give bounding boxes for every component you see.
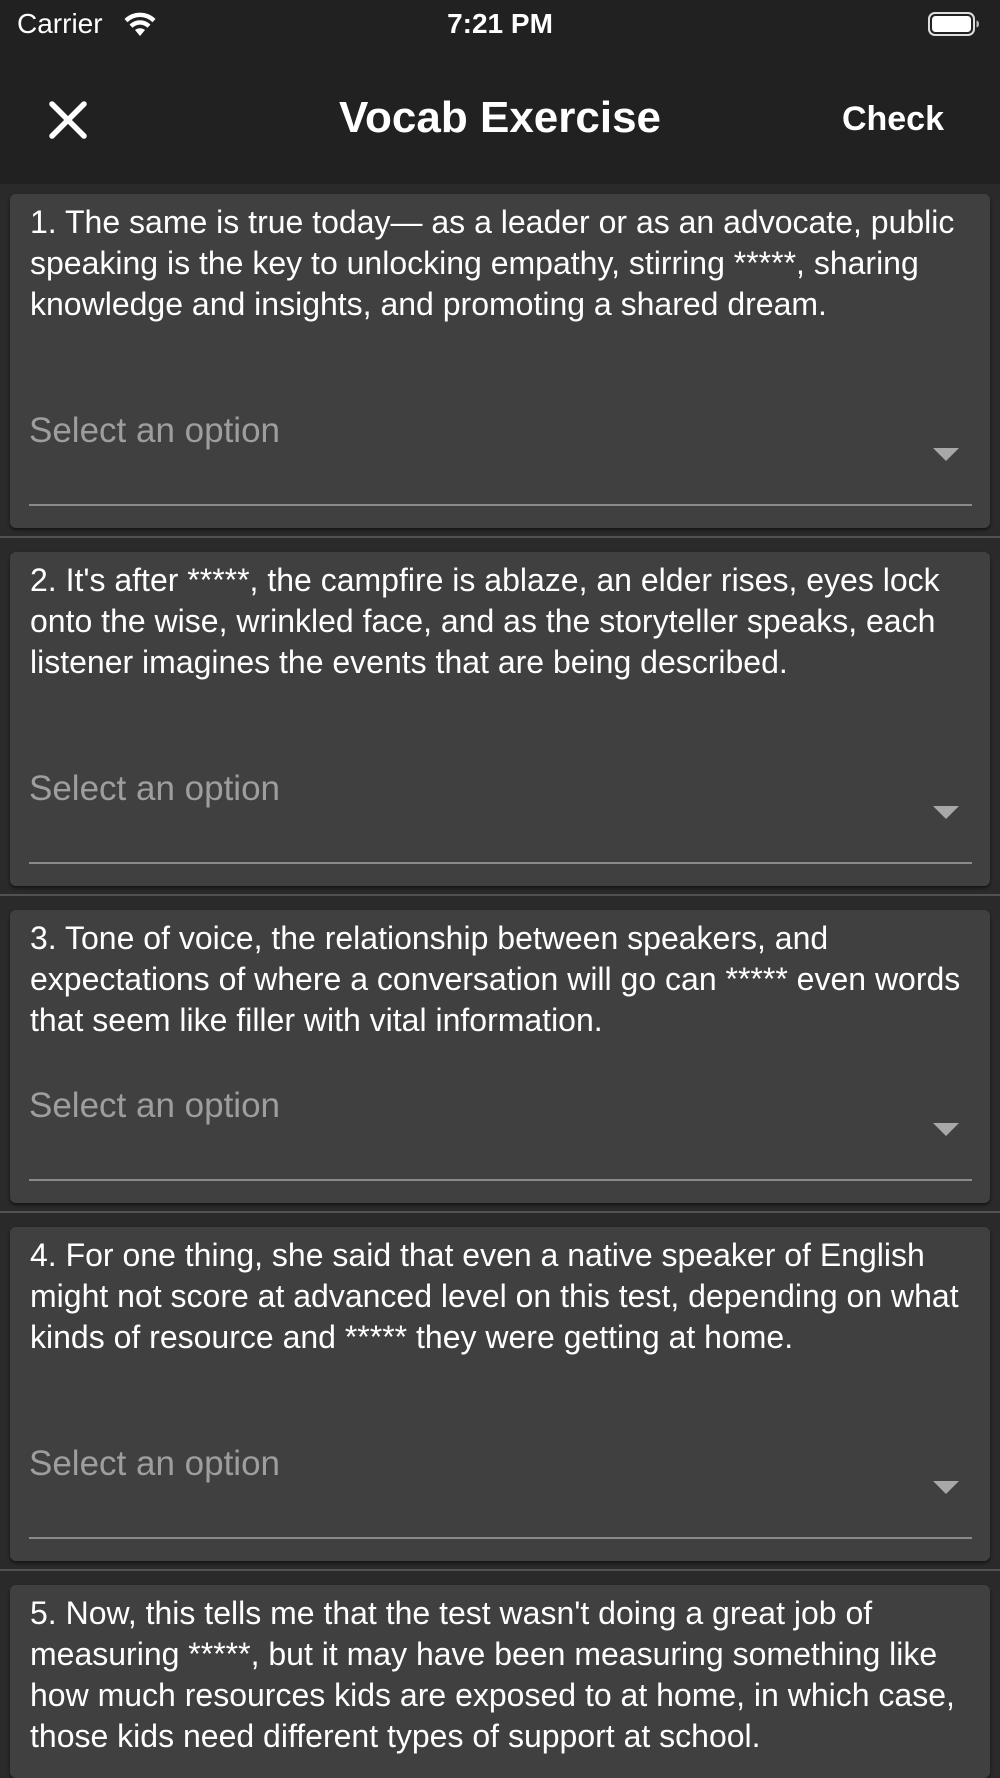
answer-select[interactable]: Select an option <box>29 754 972 864</box>
question-text: 3. Tone of voice, the relationship betwe… <box>30 920 961 1038</box>
select-placeholder: Select an option <box>29 411 281 450</box>
question-text: 1. The same is true today— as a leader o… <box>30 204 955 322</box>
divider <box>0 1569 1000 1571</box>
question-card: 3. Tone of voice, the relationship betwe… <box>10 910 990 1203</box>
status-bar: Carrier 7:21 PM <box>0 0 1000 52</box>
answer-select[interactable]: Select an option <box>29 1429 972 1539</box>
select-placeholder: Select an option <box>29 1086 281 1125</box>
question-card: 4. For one thing, she said that even a n… <box>10 1227 990 1561</box>
question-card: 5. Now, this tells me that the test wasn… <box>10 1585 990 1778</box>
divider <box>0 894 1000 896</box>
answer-select[interactable]: Select an option <box>29 396 972 506</box>
question-text: 5. Now, this tells me that the test wasn… <box>30 1595 955 1754</box>
dropdown-arrow-icon <box>933 806 959 819</box>
select-underline <box>29 1537 972 1539</box>
select-placeholder: Select an option <box>29 769 281 808</box>
dropdown-arrow-icon <box>933 1123 959 1136</box>
dropdown-arrow-icon <box>933 1481 959 1494</box>
dropdown-arrow-icon <box>933 448 959 461</box>
divider <box>0 536 1000 538</box>
select-underline <box>29 504 972 506</box>
answer-select[interactable]: Select an option <box>29 1071 972 1181</box>
question-card: 1. The same is true today— as a leader o… <box>10 194 990 528</box>
select-placeholder: Select an option <box>29 1444 281 1483</box>
check-button[interactable]: Check <box>842 96 944 142</box>
question-card: 2. It's after *****, the campfire is abl… <box>10 552 990 886</box>
divider <box>0 1211 1000 1213</box>
question-text: 4. For one thing, she said that even a n… <box>30 1237 959 1355</box>
app-bar: Vocab Exercise Check <box>0 52 1000 184</box>
status-time: 7:21 PM <box>447 8 553 39</box>
select-underline <box>29 1179 972 1181</box>
question-text: 2. It's after *****, the campfire is abl… <box>30 562 940 680</box>
select-underline <box>29 862 972 864</box>
battery-icon <box>928 12 979 36</box>
